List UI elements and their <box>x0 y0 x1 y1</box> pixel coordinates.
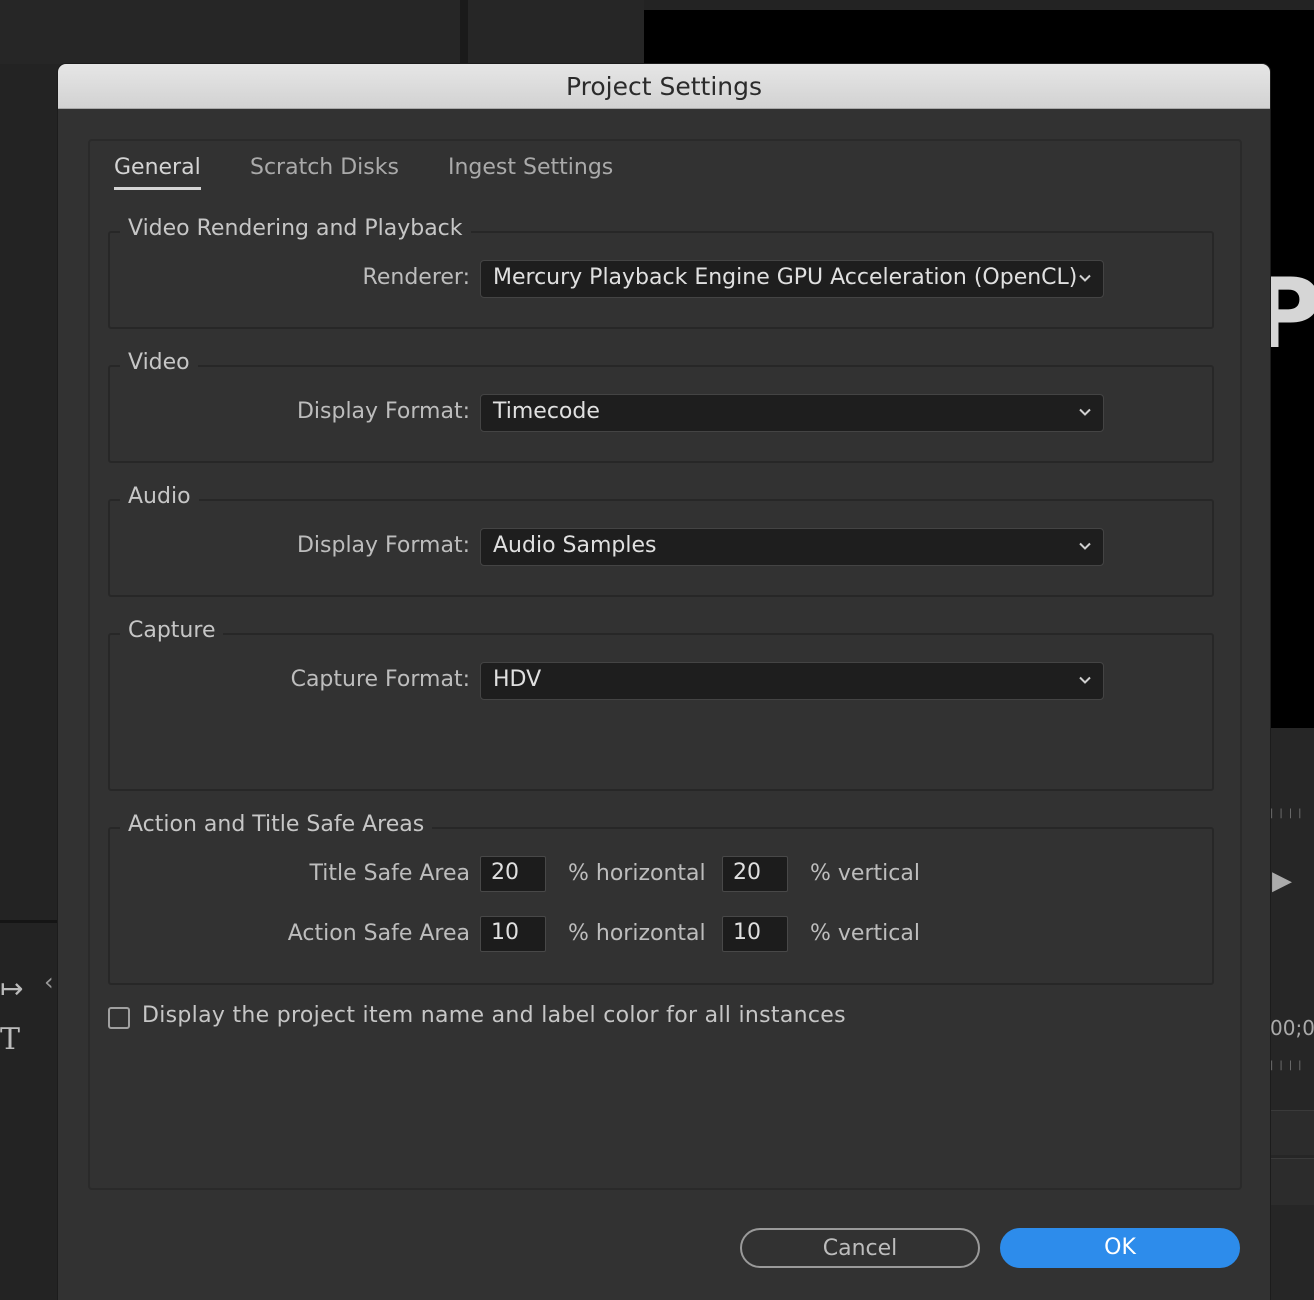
audio-group: Audio Display Format: Audio Samples <box>108 484 1214 597</box>
type-tool-icon[interactable]: T <box>0 1022 20 1057</box>
audio-display-format-label: Display Format: <box>296 533 470 558</box>
panel-divider[interactable] <box>460 0 468 64</box>
background-panel <box>0 0 460 64</box>
capture-group: Capture Capture Format: HDV <box>108 618 1214 791</box>
panel-divider <box>0 920 60 923</box>
chevron-down-icon <box>1079 274 1091 282</box>
group-title: Capture <box>120 618 224 643</box>
group-title: Action and Title Safe Areas <box>120 812 433 837</box>
title-safe-vertical-input[interactable]: 20 <box>722 856 788 892</box>
ruler-ticks: |||| <box>1270 808 1308 819</box>
capture-format-label: Capture Format: <box>290 667 470 692</box>
play-icon[interactable]: ▶ <box>1272 866 1292 896</box>
safe-areas-group: Action and Title Safe Areas Title Safe A… <box>108 812 1214 985</box>
group-title: Video <box>120 350 198 375</box>
capture-format-dropdown[interactable]: HDV <box>480 662 1104 700</box>
ok-button[interactable]: OK <box>1000 1228 1240 1268</box>
capture-format-value: HDV <box>493 667 542 692</box>
video-display-format-value: Timecode <box>493 399 600 424</box>
display-label-checkbox[interactable] <box>108 1007 130 1029</box>
group-title: Video Rendering and Playback <box>120 216 471 241</box>
action-safe-horizontal-input[interactable]: 10 <box>480 916 546 952</box>
background-panel <box>468 0 644 64</box>
dialog-title[interactable]: Project Settings <box>58 64 1270 109</box>
title-safe-horizontal-input[interactable]: 20 <box>480 856 546 892</box>
tab-scratch-disks[interactable]: Scratch Disks <box>250 155 399 180</box>
horizontal-unit: % horizontal <box>568 921 706 946</box>
horizontal-unit: % horizontal <box>568 861 706 886</box>
action-safe-label: Action Safe Area <box>287 921 470 946</box>
group-title: Audio <box>120 484 199 509</box>
title-safe-label: Title Safe Area <box>309 861 471 886</box>
vertical-unit: % vertical <box>810 861 920 886</box>
cancel-button[interactable]: Cancel <box>740 1228 980 1268</box>
vertical-unit: % vertical <box>810 921 920 946</box>
video-display-format-label: Display Format: <box>296 399 470 424</box>
action-safe-vertical-input[interactable]: 10 <box>722 916 788 952</box>
renderer-value: Mercury Playback Engine GPU Acceleration… <box>493 265 1078 290</box>
track-select-tool-icon[interactable]: ↦ <box>0 972 23 1005</box>
project-settings-dialog: Project Settings General Scratch Disks I… <box>58 64 1270 1300</box>
ruler-ticks: |||| <box>1270 1060 1308 1071</box>
video-group: Video Display Format: Timecode <box>108 350 1214 463</box>
timeline-track <box>1270 1158 1314 1205</box>
renderer-label: Renderer: <box>362 265 470 290</box>
chevron-down-icon <box>1079 676 1091 684</box>
video-display-format-dropdown[interactable]: Timecode <box>480 394 1104 432</box>
chevron-down-icon <box>1079 408 1091 416</box>
ripple-tool-icon[interactable]: ‹ <box>44 968 54 996</box>
display-label-checkbox-label[interactable]: Display the project item name and label … <box>142 1003 846 1028</box>
timecode-display: 00;0 <box>1270 1016 1314 1040</box>
settings-content: General Scratch Disks Ingest Settings Vi… <box>88 139 1242 1190</box>
tab-general[interactable]: General <box>114 155 201 190</box>
timeline-track <box>1270 1110 1314 1155</box>
rendering-group: Video Rendering and Playback Renderer: M… <box>108 216 1214 329</box>
renderer-dropdown[interactable]: Mercury Playback Engine GPU Acceleration… <box>480 260 1104 298</box>
audio-display-format-dropdown[interactable]: Audio Samples <box>480 528 1104 566</box>
chevron-down-icon <box>1079 542 1091 550</box>
audio-display-format-value: Audio Samples <box>493 533 657 558</box>
tab-ingest-settings[interactable]: Ingest Settings <box>448 155 613 180</box>
